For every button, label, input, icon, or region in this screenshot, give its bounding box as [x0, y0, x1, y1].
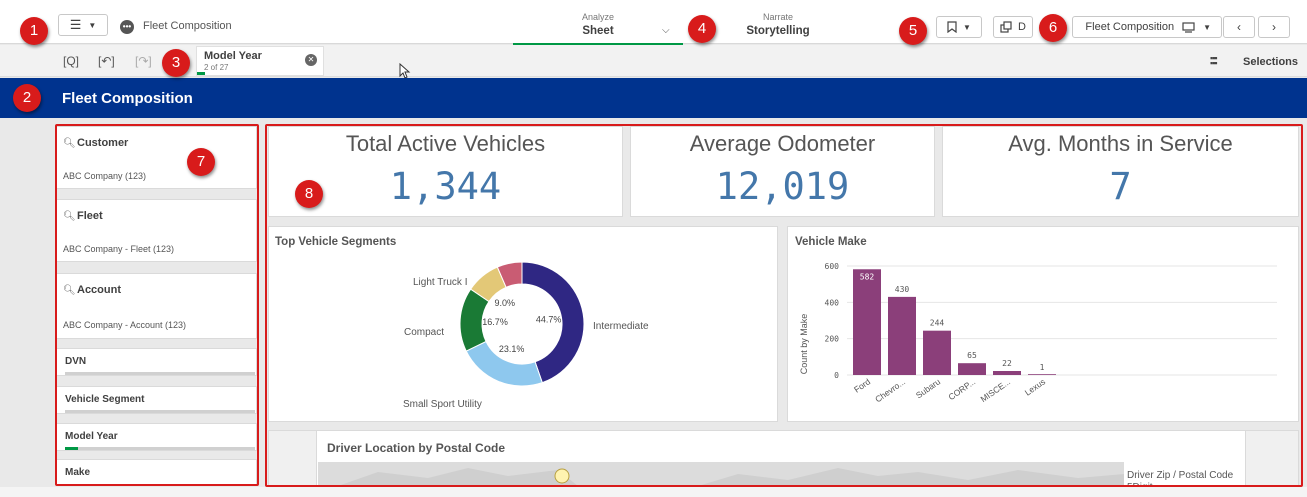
- caret-down-icon: ▼: [963, 22, 971, 32]
- bookmark-button[interactable]: ▼: [936, 16, 982, 38]
- selections-grid-icon[interactable]: ▪▪▪ ▪▪▪: [1210, 54, 1218, 68]
- tab-narrate-label: Narrate: [762, 12, 793, 22]
- next-sheet-button[interactable]: ›: [1258, 16, 1290, 38]
- caret-down-icon: ▼: [1203, 22, 1211, 32]
- app-title: Fleet Composition: [143, 20, 232, 32]
- selections-button[interactable]: Selections: [1243, 56, 1298, 68]
- annotation-badge-5: 5: [899, 17, 927, 45]
- main-menu-button[interactable]: ☰ ▼: [58, 14, 108, 36]
- clear-selection-icon[interactable]: ✕: [305, 54, 317, 66]
- sheet-icon: [1182, 21, 1195, 33]
- annotation-box-filters: [55, 124, 259, 486]
- chip-selection-bar: [197, 72, 205, 75]
- selection-chip-model-year[interactable]: Model Year 2 of 27 ✕: [196, 46, 324, 76]
- mouse-cursor-icon: [399, 63, 411, 79]
- previous-sheet-button[interactable]: ‹: [1223, 16, 1255, 38]
- tab-narrate-storytelling[interactable]: Narrate Storytelling: [733, 12, 823, 37]
- annotation-badge-2: 2: [13, 84, 41, 112]
- duplicate-icon: [1000, 21, 1012, 33]
- duplicate-button[interactable]: D: [993, 16, 1033, 38]
- annotation-badge-3: 3: [162, 49, 190, 77]
- sheet-selector-button[interactable]: Fleet Composition ▼: [1072, 16, 1222, 38]
- hamburger-icon: ☰: [69, 17, 82, 32]
- annotation-badge-8: 8: [295, 180, 323, 208]
- duplicate-label: D: [1018, 21, 1026, 33]
- tab-storytelling-label: Storytelling: [746, 25, 810, 37]
- annotation-badge-4: 4: [688, 15, 716, 43]
- step-forward-icon[interactable]: [↷]: [135, 54, 152, 68]
- annotation-badge-6: 6: [1039, 14, 1067, 42]
- sheet-selector-label: Fleet Composition: [1085, 21, 1175, 33]
- annotation-badge-7: 7: [187, 148, 215, 176]
- chip-field-name: Model Year: [204, 50, 262, 62]
- chip-selection-count: 2 of 27: [204, 63, 229, 72]
- chevron-left-icon: ‹: [1237, 20, 1241, 34]
- tab-analyze-label: Analyze: [581, 12, 615, 22]
- sheet-header: [0, 78, 1307, 118]
- caret-down-icon: ▼: [88, 20, 97, 30]
- sheet-title: Fleet Composition: [62, 90, 193, 107]
- app-icon: •••: [120, 20, 134, 34]
- smart-search-icon[interactable]: [Q]: [63, 54, 79, 68]
- bookmark-icon: [947, 21, 957, 33]
- step-back-icon[interactable]: [↶]: [98, 54, 115, 68]
- annotation-box-visualizations: [265, 124, 1303, 487]
- tab-sheet-label: Sheet: [582, 25, 614, 37]
- chevron-down-icon[interactable]: ⌵: [662, 25, 670, 36]
- bottom-strip: [0, 487, 1307, 497]
- annotation-badge-1: 1: [20, 17, 48, 45]
- chevron-right-icon: ›: [1272, 20, 1276, 34]
- tab-analyze-sheet[interactable]: Analyze Sheet: [513, 12, 683, 45]
